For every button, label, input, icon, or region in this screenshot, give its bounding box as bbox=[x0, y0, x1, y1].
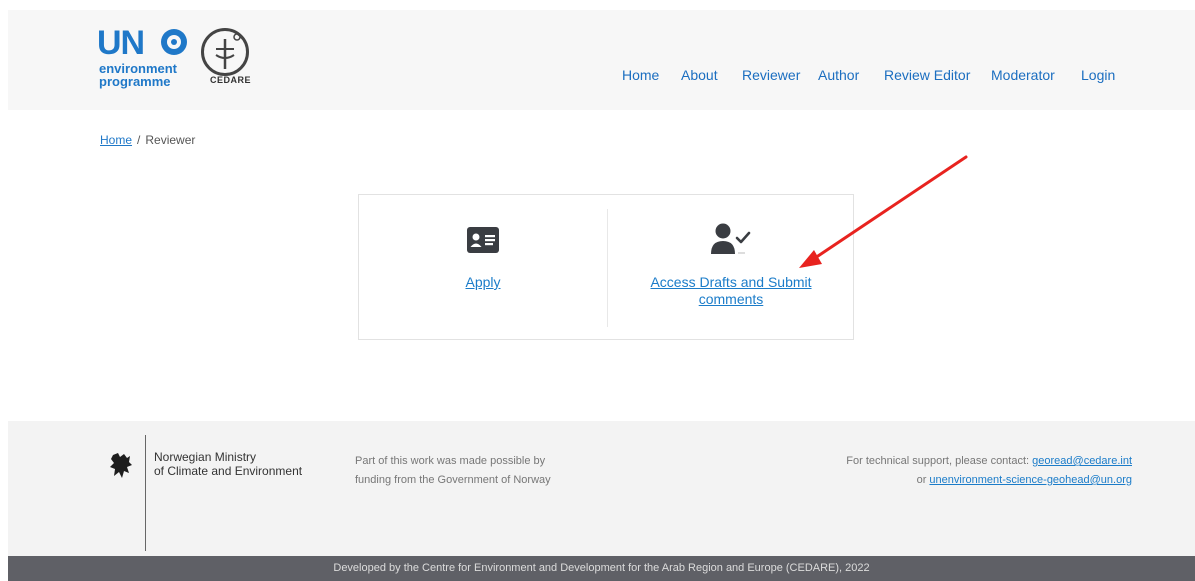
main-nav: Home About Reviewer Author Review Editor… bbox=[8, 67, 1195, 87]
site-header: UN environment programme CEDARE Home Abo… bbox=[8, 10, 1195, 110]
un-emblem-icon bbox=[161, 29, 187, 55]
nav-about[interactable]: About bbox=[681, 67, 718, 83]
nav-author[interactable]: Author bbox=[818, 67, 859, 83]
id-card-icon bbox=[467, 227, 499, 258]
site-footer: Norwegian Ministry of Climate and Enviro… bbox=[8, 421, 1195, 556]
nav-reviewer[interactable]: Reviewer bbox=[742, 67, 800, 83]
bottom-credit-bar: Developed by the Centre for Environment … bbox=[8, 556, 1195, 581]
norway-ministry-logo: Norwegian Ministry of Climate and Enviro… bbox=[109, 435, 359, 551]
norway-lion-icon bbox=[110, 453, 132, 478]
footer-divider bbox=[145, 435, 146, 551]
support-email-cedare[interactable]: georead@cedare.int bbox=[1032, 455, 1132, 467]
nav-login[interactable]: Login bbox=[1081, 67, 1115, 83]
nav-moderator[interactable]: Moderator bbox=[991, 67, 1055, 83]
nav-review-editor[interactable]: Review Editor bbox=[884, 67, 970, 83]
funding-note: Part of this work was made possible by f… bbox=[355, 455, 551, 486]
nav-home[interactable]: Home bbox=[622, 67, 659, 83]
breadcrumb-current: Reviewer bbox=[145, 133, 196, 147]
credit-text: Developed by the Centre for Environment … bbox=[333, 562, 870, 574]
user-check-icon bbox=[711, 222, 751, 261]
breadcrumb: Home / Reviewer bbox=[100, 133, 195, 147]
ministry-name: Norwegian Ministry of Climate and Enviro… bbox=[154, 450, 303, 478]
breadcrumb-separator: / bbox=[137, 133, 141, 147]
access-drafts-option[interactable]: Access Drafts and Submit comments bbox=[608, 195, 854, 341]
apply-link[interactable]: Apply bbox=[359, 274, 607, 291]
apply-option[interactable]: Apply bbox=[359, 195, 607, 341]
support-contact: For technical support, please contact: g… bbox=[846, 455, 1132, 486]
support-email-un[interactable]: unenvironment-science-geohead@un.org bbox=[929, 474, 1132, 486]
reviewer-options-card: Apply Access Drafts and Submit comments bbox=[358, 194, 854, 340]
access-drafts-link[interactable]: Access Drafts and Submit comments bbox=[608, 274, 854, 308]
breadcrumb-home-link[interactable]: Home bbox=[100, 133, 132, 147]
un-logo-text: UN bbox=[97, 24, 145, 62]
